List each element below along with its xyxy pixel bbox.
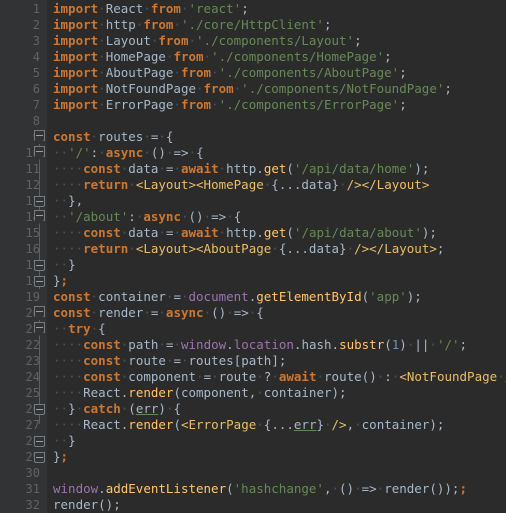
line-number[interactable]: 5 (0, 65, 47, 81)
code-line[interactable]: import·NotFoundPage·from·'./components/N… (53, 81, 506, 97)
line-number[interactable]: 25 (0, 385, 47, 401)
line-number[interactable]: 18 (0, 273, 47, 289)
line-number[interactable]: 3 (0, 33, 47, 49)
line-number[interactable]: 14 (0, 209, 47, 225)
code-line[interactable]: ····const·data·=·await·http.get('/api/da… (53, 225, 506, 241)
code-line[interactable]: ··}·catch·(err)·{ (53, 401, 506, 417)
line-number[interactable]: 21 (0, 321, 47, 337)
line-number[interactable]: 20 (0, 305, 47, 321)
line-number[interactable]: 17 (0, 257, 47, 273)
code-line[interactable]: ····return·<Layout><HomePage·{...data}·/… (53, 177, 506, 193)
code-line[interactable]: ····React.render(component,·container); (53, 385, 506, 401)
line-number[interactable]: 31 (0, 481, 47, 497)
code-line[interactable] (53, 113, 506, 129)
code-text-area[interactable]: import·React·from·'react'; import·http·f… (47, 0, 506, 513)
line-number[interactable]: 10 (0, 145, 47, 161)
code-line[interactable]: import·React·from·'react'; (53, 1, 506, 17)
line-number[interactable]: 22 (0, 337, 47, 353)
line-number[interactable]: 8 (0, 113, 47, 129)
line-number[interactable]: 30 (0, 465, 47, 481)
line-number[interactable]: 4 (0, 49, 47, 65)
line-number[interactable]: 29 (0, 449, 47, 465)
line-number[interactable]: 2 (0, 17, 47, 33)
code-line[interactable]: ··} (53, 257, 506, 273)
line-number[interactable]: 23 (0, 353, 47, 369)
code-line[interactable]: render(); (53, 497, 506, 513)
line-number[interactable]: 13 (0, 193, 47, 209)
code-line[interactable]: const·render·=·async·()·=>·{ (53, 305, 506, 321)
code-line[interactable]: ··'/about':·async·()·=>·{ (53, 209, 506, 225)
code-line[interactable]: window.addEventListener('hashchange',·()… (53, 481, 506, 497)
line-number[interactable]: 1 (0, 1, 47, 17)
line-number[interactable]: 28 (0, 433, 47, 449)
line-number[interactable]: 9 (0, 129, 47, 145)
line-number[interactable]: 7 (0, 97, 47, 113)
line-number[interactable]: 19 (0, 289, 47, 305)
code-line[interactable]: ··'/':·async·()·=>·{ (53, 145, 506, 161)
code-line[interactable]: import·ErrorPage·from·'./components/Erro… (53, 97, 506, 113)
line-number[interactable]: 27 (0, 417, 47, 433)
code-line[interactable]: const·routes·=·{ (53, 129, 506, 145)
line-number[interactable]: 11 (0, 161, 47, 177)
code-line[interactable] (53, 465, 506, 481)
code-line[interactable]: import·http·from·'./core/HttpClient'; (53, 17, 506, 33)
code-line[interactable]: ··try·{ (53, 321, 506, 337)
code-line[interactable]: ··} (53, 433, 506, 449)
code-line[interactable]: ····const·component·=·route·?·await·rout… (53, 369, 506, 385)
code-line[interactable]: ····const·path·=·window.location.hash.su… (53, 337, 506, 353)
line-number[interactable]: 26 (0, 401, 47, 417)
code-line[interactable]: import·Layout·from·'./components/Layout'… (53, 33, 506, 49)
code-line[interactable]: }; (53, 273, 506, 289)
line-number[interactable]: 12 (0, 177, 47, 193)
code-line[interactable]: ····React.render(<ErrorPage·{...err}·/>,… (53, 417, 506, 433)
line-number[interactable]: 6 (0, 81, 47, 97)
code-line[interactable]: ····const·data·=·await·http.get('/api/da… (53, 161, 506, 177)
code-line[interactable]: ····const·route·=·routes[path]; (53, 353, 506, 369)
code-line[interactable]: import·AboutPage·from·'./components/Abou… (53, 65, 506, 81)
line-number[interactable]: 16 (0, 241, 47, 257)
code-line[interactable]: const·container·=·document.getElementByI… (53, 289, 506, 305)
code-line[interactable]: ··}, (53, 193, 506, 209)
line-number[interactable]: 24 (0, 369, 47, 385)
code-line[interactable]: }; (53, 449, 506, 465)
line-number-gutter[interactable]: 1 2 3 4 5 6 7 8 9 10 11 12 13 14 15 16 1… (0, 0, 47, 513)
line-number[interactable]: 15 (0, 225, 47, 241)
code-editor[interactable]: 1 2 3 4 5 6 7 8 9 10 11 12 13 14 15 16 1… (0, 0, 506, 513)
line-number[interactable]: 32 (0, 497, 47, 513)
code-line[interactable]: ····return·<Layout><AboutPage·{...data}·… (53, 241, 506, 257)
code-line[interactable]: import·HomePage·from·'./components/HomeP… (53, 49, 506, 65)
